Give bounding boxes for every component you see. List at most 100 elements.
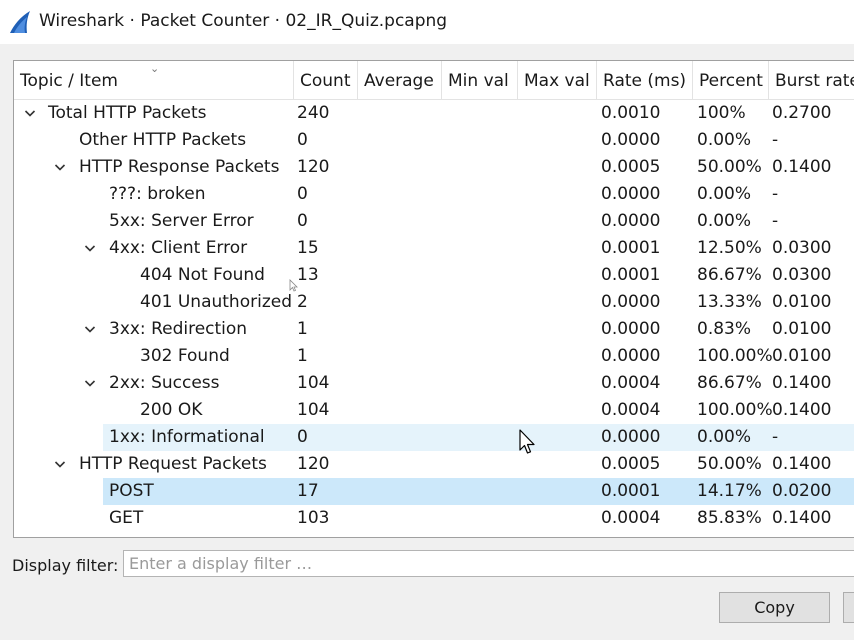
row-count: 1 bbox=[297, 346, 308, 366]
tree-row[interactable]: 302 Found 1 0.0000 100.00% 0.0100 bbox=[14, 343, 854, 370]
row-topic: 1xx: Informational bbox=[109, 427, 265, 447]
row-count: 15 bbox=[297, 238, 319, 258]
row-count: 0 bbox=[297, 211, 308, 231]
row-count: 120 bbox=[297, 454, 330, 474]
row-rate: 0.0004 bbox=[601, 508, 661, 528]
row-rate: 0.0000 bbox=[601, 211, 661, 231]
row-topic: 2xx: Success bbox=[109, 373, 220, 393]
column-header-count[interactable]: Count bbox=[294, 61, 358, 99]
row-percent: 0.00% bbox=[697, 211, 752, 231]
tree-row[interactable]: Total HTTP Packets 240 0.0010 100% 0.2700 bbox=[14, 100, 854, 127]
row-topic: 3xx: Redirection bbox=[109, 319, 248, 339]
row-percent: 86.67% bbox=[697, 373, 762, 393]
packet-counter-tree[interactable]: Topic / Item ⌄ Count Average Min val Max… bbox=[13, 60, 854, 538]
row-count: 1 bbox=[297, 319, 308, 339]
row-rate: 0.0000 bbox=[601, 292, 661, 312]
column-header-percent[interactable]: Percent bbox=[693, 61, 769, 99]
row-count: 120 bbox=[297, 157, 330, 177]
row-burst-rate: 0.0100 bbox=[772, 319, 832, 339]
row-burst-rate: - bbox=[772, 130, 779, 150]
column-header-max-val[interactable]: Max val bbox=[518, 61, 597, 99]
row-count: 240 bbox=[297, 103, 330, 123]
row-topic: 200 OK bbox=[140, 400, 203, 420]
row-topic: 302 Found bbox=[140, 346, 230, 366]
row-percent: 0.83% bbox=[697, 319, 752, 339]
row-percent: 0.00% bbox=[697, 427, 752, 447]
column-header-min-val[interactable]: Min val bbox=[442, 61, 518, 99]
row-rate: 0.0001 bbox=[601, 238, 661, 258]
tree-row[interactable]: 1xx: Informational 0 0.0000 0.00% - bbox=[14, 424, 854, 451]
tree-row[interactable]: POST 17 0.0001 14.17% 0.0200 bbox=[14, 478, 854, 505]
row-burst-rate: 0.1400 bbox=[772, 157, 832, 177]
partial-button[interactable] bbox=[843, 592, 854, 623]
row-count: 104 bbox=[297, 373, 330, 393]
row-rate: 0.0004 bbox=[601, 400, 661, 420]
tree-row[interactable]: 2xx: Success 104 0.0004 86.67% 0.1400 bbox=[14, 370, 854, 397]
window-titlebar[interactable]: Wireshark · Packet Counter · 02_IR_Quiz.… bbox=[0, 0, 854, 44]
column-header-burst-rate[interactable]: Burst rate bbox=[769, 61, 854, 99]
row-burst-rate: 0.0100 bbox=[772, 346, 832, 366]
mouse-pointer-icon bbox=[289, 279, 298, 292]
row-percent: 85.83% bbox=[697, 508, 762, 528]
row-burst-rate: 0.0100 bbox=[772, 292, 832, 312]
row-burst-rate: 0.1400 bbox=[772, 373, 832, 393]
tree-row[interactable]: 404 Not Found 13 0.0001 86.67% 0.0300 bbox=[14, 262, 854, 289]
column-header-average[interactable]: Average bbox=[358, 61, 442, 99]
row-rate: 0.0005 bbox=[601, 454, 661, 474]
row-rate: 0.0000 bbox=[601, 130, 661, 150]
row-count: 0 bbox=[297, 184, 308, 204]
copy-button[interactable]: Copy bbox=[719, 592, 830, 623]
row-percent: 0.00% bbox=[697, 184, 752, 204]
tree-row[interactable]: HTTP Request Packets 120 0.0005 50.00% 0.140… bbox=[14, 451, 854, 478]
row-topic: HTTP Response Packets bbox=[79, 157, 280, 177]
row-topic: Total HTTP Packets bbox=[48, 103, 207, 123]
display-filter-input[interactable] bbox=[123, 550, 854, 577]
row-rate: 0.0001 bbox=[601, 481, 661, 501]
row-rate: 0.0000 bbox=[601, 346, 661, 366]
row-topic: GET bbox=[109, 508, 144, 528]
row-count: 17 bbox=[297, 481, 319, 501]
row-percent: 100% bbox=[697, 103, 746, 123]
row-rate: 0.0010 bbox=[601, 103, 661, 123]
row-burst-rate: 0.0200 bbox=[772, 481, 832, 501]
row-topic: 5xx: Server Error bbox=[109, 211, 254, 231]
window-title: Wireshark · Packet Counter · 02_IR_Quiz.… bbox=[39, 11, 448, 31]
tree-row[interactable]: 5xx: Server Error 0 0.0000 0.00% - bbox=[14, 208, 854, 235]
tree-row[interactable]: HTTP Response Packets 120 0.0005 50.00% 0.14… bbox=[14, 154, 854, 181]
row-percent: 100.00% bbox=[697, 346, 773, 366]
tree-row[interactable]: 4xx: Client Error 15 0.0001 12.50% 0.0300 bbox=[14, 235, 854, 262]
row-burst-rate: 0.1400 bbox=[772, 508, 832, 528]
column-header-rate[interactable]: Rate (ms) bbox=[597, 61, 693, 99]
row-burst-rate: 0.1400 bbox=[772, 400, 832, 420]
row-percent: 13.33% bbox=[697, 292, 762, 312]
row-percent: 14.17% bbox=[697, 481, 762, 501]
row-rate: 0.0005 bbox=[601, 157, 661, 177]
row-percent: 0.00% bbox=[697, 130, 752, 150]
tree-row[interactable]: ???: broken 0 0.0000 0.00% - bbox=[14, 181, 854, 208]
tree-row[interactable]: 200 OK 104 0.0004 100.00% 0.1400 bbox=[14, 397, 854, 424]
row-burst-rate: 0.1400 bbox=[772, 454, 832, 474]
row-burst-rate: 0.2700 bbox=[772, 103, 832, 123]
row-burst-rate: 0.0300 bbox=[772, 265, 832, 285]
row-rate: 0.0004 bbox=[601, 373, 661, 393]
row-topic: 404 Not Found bbox=[140, 265, 265, 285]
row-topic: 4xx: Client Error bbox=[109, 238, 248, 258]
row-topic: Other HTTP Packets bbox=[79, 130, 247, 150]
row-rate: 0.0000 bbox=[601, 427, 661, 447]
row-burst-rate: - bbox=[772, 427, 779, 447]
tree-row[interactable]: 401 Unauthorized 2 0.0000 13.33% 0.0100 bbox=[14, 289, 854, 316]
row-rate: 0.0000 bbox=[601, 319, 661, 339]
row-percent: 12.50% bbox=[697, 238, 762, 258]
row-percent: 50.00% bbox=[697, 157, 762, 177]
row-count: 104 bbox=[297, 400, 330, 420]
row-percent: 100.00% bbox=[697, 400, 773, 420]
row-burst-rate: 0.0300 bbox=[772, 238, 832, 258]
row-count: 0 bbox=[297, 427, 308, 447]
row-topic: 401 Unauthorized bbox=[140, 292, 292, 312]
row-count: 0 bbox=[297, 130, 308, 150]
tree-row[interactable]: 3xx: Redirection 1 0.0000 0.83% 0.0100 bbox=[14, 316, 854, 343]
tree-row[interactable]: GET 103 0.0004 85.83% 0.1400 bbox=[14, 505, 854, 532]
tree-row[interactable]: Other HTTP Packets 0 0.0000 0.00% - bbox=[14, 127, 854, 154]
row-percent: 86.67% bbox=[697, 265, 762, 285]
row-rate: 0.0001 bbox=[601, 265, 661, 285]
